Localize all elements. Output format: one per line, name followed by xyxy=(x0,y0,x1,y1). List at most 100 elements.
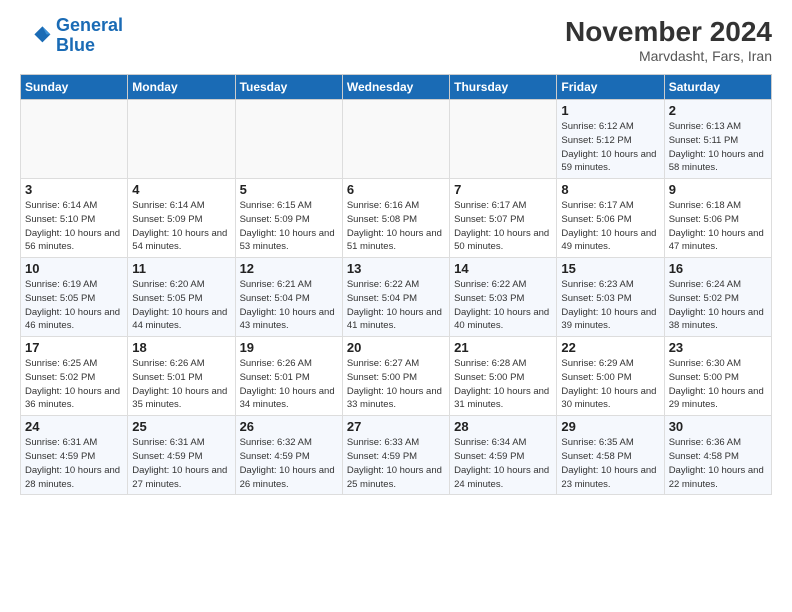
calendar-day-cell: 18 Sunrise: 6:26 AM Sunset: 5:01 PM Dayli… xyxy=(128,337,235,416)
title-block: November 2024 Marvdasht, Fars, Iran xyxy=(565,16,772,64)
day-number: 28 xyxy=(454,419,552,434)
day-info: Sunrise: 6:24 AM Sunset: 5:02 PM Dayligh… xyxy=(669,278,767,333)
calendar-day-cell: 26 Sunrise: 6:32 AM Sunset: 4:59 PM Dayli… xyxy=(235,416,342,495)
calendar-day-cell: 23Sunrise: 6:30 AM Sunset: 5:00 PM Dayli… xyxy=(664,337,771,416)
day-info: Sunrise: 6:12 AM Sunset: 5:12 PM Dayligh… xyxy=(561,120,659,175)
day-info: Sunrise: 6:22 AM Sunset: 5:03 PM Dayligh… xyxy=(454,278,552,333)
calendar-day-cell: 7 Sunrise: 6:17 AM Sunset: 5:07 PM Daylig… xyxy=(450,179,557,258)
day-info: Sunrise: 6:26 AM Sunset: 5:01 PM Dayligh… xyxy=(240,357,338,412)
day-number: 6 xyxy=(347,182,445,197)
calendar-day-cell: 14 Sunrise: 6:22 AM Sunset: 5:03 PM Dayli… xyxy=(450,258,557,337)
day-info: Sunrise: 6:31 AM Sunset: 4:59 PM Dayligh… xyxy=(25,436,123,491)
calendar-day-cell: 28 Sunrise: 6:34 AM Sunset: 4:59 PM Dayli… xyxy=(450,416,557,495)
day-number: 24 xyxy=(25,419,123,434)
day-number: 25 xyxy=(132,419,230,434)
logo-line2: Blue xyxy=(56,35,95,55)
calendar-day-cell: 24 Sunrise: 6:31 AM Sunset: 4:59 PM Dayli… xyxy=(21,416,128,495)
calendar-day-cell: 20Sunrise: 6:27 AM Sunset: 5:00 PM Dayli… xyxy=(342,337,449,416)
day-number: 22 xyxy=(561,340,659,355)
day-number: 3 xyxy=(25,182,123,197)
day-info: Sunrise: 6:28 AM Sunset: 5:00 PM Dayligh… xyxy=(454,357,552,412)
day-number: 30 xyxy=(669,419,767,434)
calendar-day-cell: 27 Sunrise: 6:33 AM Sunset: 4:59 PM Dayli… xyxy=(342,416,449,495)
logo-text: General Blue xyxy=(56,16,123,56)
header: General Blue November 2024 Marvdasht, Fa… xyxy=(20,16,772,64)
calendar-week-row: 3 Sunrise: 6:14 AM Sunset: 5:10 PM Daylig… xyxy=(21,179,772,258)
day-info: Sunrise: 6:34 AM Sunset: 4:59 PM Dayligh… xyxy=(454,436,552,491)
day-info: Sunrise: 6:31 AM Sunset: 4:59 PM Dayligh… xyxy=(132,436,230,491)
calendar-table: SundayMondayTuesdayWednesdayThursdayFrid… xyxy=(20,74,772,495)
day-number: 10 xyxy=(25,261,123,276)
day-number: 17 xyxy=(25,340,123,355)
day-number: 23 xyxy=(669,340,767,355)
day-number: 27 xyxy=(347,419,445,434)
day-number: 16 xyxy=(669,261,767,276)
day-info: Sunrise: 6:23 AM Sunset: 5:03 PM Dayligh… xyxy=(561,278,659,333)
day-number: 1 xyxy=(561,103,659,118)
calendar-week-row: 1 Sunrise: 6:12 AM Sunset: 5:12 PM Daylig… xyxy=(21,100,772,179)
calendar-day-cell: 17 Sunrise: 6:25 AM Sunset: 5:02 PM Dayli… xyxy=(21,337,128,416)
day-number: 29 xyxy=(561,419,659,434)
calendar-day-cell xyxy=(450,100,557,179)
calendar-day-cell: 16 Sunrise: 6:24 AM Sunset: 5:02 PM Dayli… xyxy=(664,258,771,337)
day-number: 13 xyxy=(347,261,445,276)
day-info: Sunrise: 6:26 AM Sunset: 5:01 PM Dayligh… xyxy=(132,357,230,412)
day-info: Sunrise: 6:33 AM Sunset: 4:59 PM Dayligh… xyxy=(347,436,445,491)
calendar-day-cell: 12Sunrise: 6:21 AM Sunset: 5:04 PM Dayli… xyxy=(235,258,342,337)
day-info: Sunrise: 6:20 AM Sunset: 5:05 PM Dayligh… xyxy=(132,278,230,333)
day-number: 11 xyxy=(132,261,230,276)
calendar-day-cell: 4 Sunrise: 6:14 AM Sunset: 5:09 PM Daylig… xyxy=(128,179,235,258)
weekday-header-cell: Friday xyxy=(557,75,664,100)
day-info: Sunrise: 6:19 AM Sunset: 5:05 PM Dayligh… xyxy=(25,278,123,333)
calendar-week-row: 17 Sunrise: 6:25 AM Sunset: 5:02 PM Dayli… xyxy=(21,337,772,416)
calendar-week-row: 10 Sunrise: 6:19 AM Sunset: 5:05 PM Dayli… xyxy=(21,258,772,337)
calendar-body: 1 Sunrise: 6:12 AM Sunset: 5:12 PM Daylig… xyxy=(21,100,772,495)
logo-line1: General xyxy=(56,15,123,35)
page: General Blue November 2024 Marvdasht, Fa… xyxy=(0,0,792,505)
day-number: 4 xyxy=(132,182,230,197)
calendar-day-cell: 25 Sunrise: 6:31 AM Sunset: 4:59 PM Dayli… xyxy=(128,416,235,495)
weekday-header-cell: Wednesday xyxy=(342,75,449,100)
day-number: 26 xyxy=(240,419,338,434)
calendar-day-cell: 5Sunrise: 6:15 AM Sunset: 5:09 PM Daylig… xyxy=(235,179,342,258)
calendar-day-cell: 30Sunrise: 6:36 AM Sunset: 4:58 PM Dayli… xyxy=(664,416,771,495)
day-info: Sunrise: 6:29 AM Sunset: 5:00 PM Dayligh… xyxy=(561,357,659,412)
weekday-header-cell: Saturday xyxy=(664,75,771,100)
day-info: Sunrise: 6:13 AM Sunset: 5:11 PM Dayligh… xyxy=(669,120,767,175)
month-title: November 2024 xyxy=(565,16,772,48)
calendar-day-cell: 11 Sunrise: 6:20 AM Sunset: 5:05 PM Dayli… xyxy=(128,258,235,337)
location-subtitle: Marvdasht, Fars, Iran xyxy=(565,48,772,64)
day-number: 20 xyxy=(347,340,445,355)
day-info: Sunrise: 6:22 AM Sunset: 5:04 PM Dayligh… xyxy=(347,278,445,333)
day-number: 2 xyxy=(669,103,767,118)
day-number: 8 xyxy=(561,182,659,197)
calendar-day-cell xyxy=(235,100,342,179)
calendar-day-cell xyxy=(21,100,128,179)
day-info: Sunrise: 6:14 AM Sunset: 5:10 PM Dayligh… xyxy=(25,199,123,254)
calendar-day-cell: 8 Sunrise: 6:17 AM Sunset: 5:06 PM Daylig… xyxy=(557,179,664,258)
day-info: Sunrise: 6:14 AM Sunset: 5:09 PM Dayligh… xyxy=(132,199,230,254)
day-number: 21 xyxy=(454,340,552,355)
day-number: 9 xyxy=(669,182,767,197)
day-number: 14 xyxy=(454,261,552,276)
calendar-day-cell xyxy=(342,100,449,179)
day-number: 7 xyxy=(454,182,552,197)
day-info: Sunrise: 6:18 AM Sunset: 5:06 PM Dayligh… xyxy=(669,199,767,254)
calendar-day-cell xyxy=(128,100,235,179)
weekday-header-cell: Tuesday xyxy=(235,75,342,100)
day-info: Sunrise: 6:17 AM Sunset: 5:06 PM Dayligh… xyxy=(561,199,659,254)
calendar-day-cell: 29 Sunrise: 6:35 AM Sunset: 4:58 PM Dayli… xyxy=(557,416,664,495)
day-info: Sunrise: 6:32 AM Sunset: 4:59 PM Dayligh… xyxy=(240,436,338,491)
calendar-day-cell: 6 Sunrise: 6:16 AM Sunset: 5:08 PM Daylig… xyxy=(342,179,449,258)
day-info: Sunrise: 6:17 AM Sunset: 5:07 PM Dayligh… xyxy=(454,199,552,254)
day-info: Sunrise: 6:21 AM Sunset: 5:04 PM Dayligh… xyxy=(240,278,338,333)
day-number: 18 xyxy=(132,340,230,355)
day-info: Sunrise: 6:16 AM Sunset: 5:08 PM Dayligh… xyxy=(347,199,445,254)
logo-icon xyxy=(20,20,52,52)
day-info: Sunrise: 6:25 AM Sunset: 5:02 PM Dayligh… xyxy=(25,357,123,412)
calendar-day-cell: 10 Sunrise: 6:19 AM Sunset: 5:05 PM Dayli… xyxy=(21,258,128,337)
weekday-header-cell: Sunday xyxy=(21,75,128,100)
calendar-day-cell: 22 Sunrise: 6:29 AM Sunset: 5:00 PM Dayli… xyxy=(557,337,664,416)
day-info: Sunrise: 6:35 AM Sunset: 4:58 PM Dayligh… xyxy=(561,436,659,491)
calendar-day-cell: 15Sunrise: 6:23 AM Sunset: 5:03 PM Dayli… xyxy=(557,258,664,337)
